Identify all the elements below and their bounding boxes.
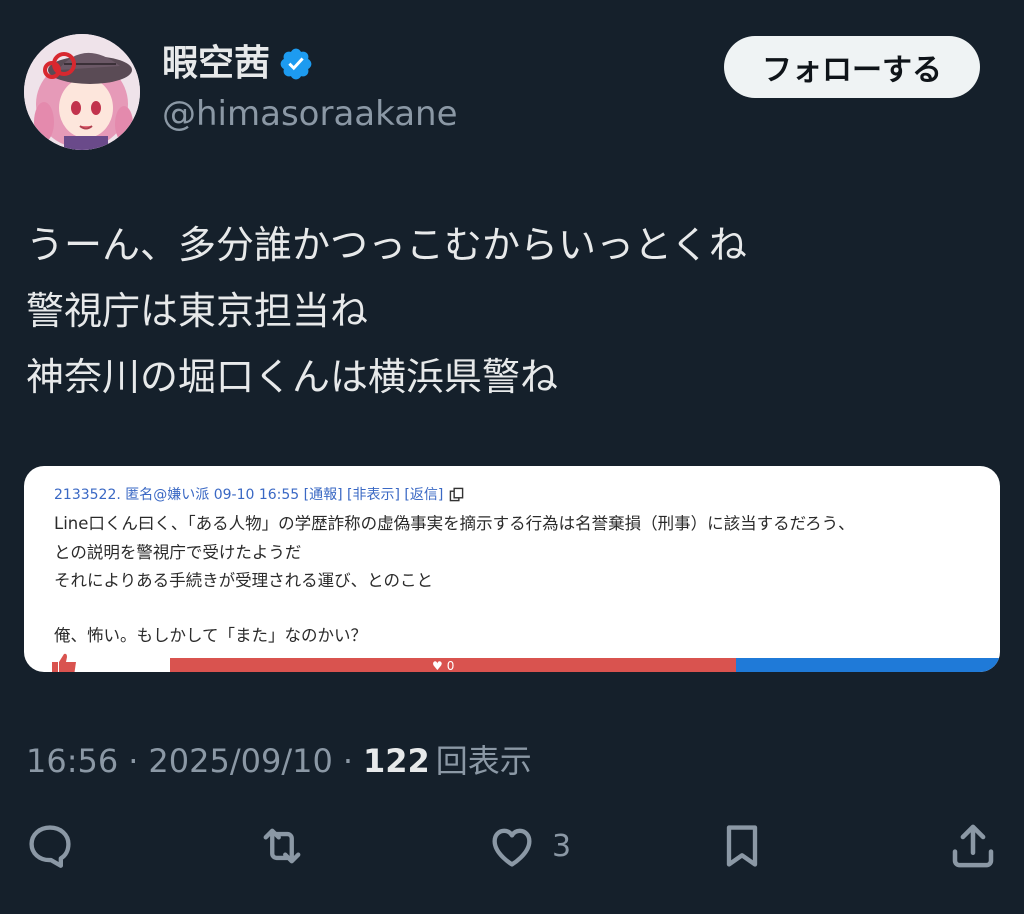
display-name[interactable]: 暇空茜 xyxy=(162,44,270,84)
heart-icon: ♥ xyxy=(432,659,443,672)
meta-separator: · xyxy=(128,742,139,780)
repost-button[interactable] xyxy=(254,818,310,874)
tweet-detail: 暇空茜 @himasoraakane フォローする うーん、多分誰かつっこむから… xyxy=(0,0,1024,914)
post-meta-text: 2133522. 匿名@嫌い派 09-10 16:55 [通報] [非表示] [… xyxy=(54,487,444,503)
follow-button[interactable]: フォローする xyxy=(724,36,980,98)
like-count: 3 xyxy=(552,828,572,864)
tweet-text: うーん、多分誰かつっこむからいっとくね 警視庁は東京担当ね 神奈川の堀口くんは横… xyxy=(26,212,1006,410)
verified-badge-icon xyxy=(280,48,312,80)
reply-button[interactable] xyxy=(24,818,76,874)
tweet-line: うーん、多分誰かつっこむからいっとくね xyxy=(26,223,747,267)
copy-icon xyxy=(450,487,464,501)
display-name-row[interactable]: 暇空茜 xyxy=(162,44,314,84)
vote-bar: ♥ 0 xyxy=(170,658,1000,672)
repost-icon xyxy=(263,828,301,864)
post-line: との説明を警視庁で受けたようだ xyxy=(54,543,302,562)
share-button[interactable] xyxy=(946,818,1000,874)
share-icon xyxy=(952,824,994,868)
heart-icon xyxy=(492,828,532,867)
vote-bar-good: ♥ 0 xyxy=(170,658,736,672)
views-label: 回表示 xyxy=(435,742,532,780)
views-count: 122 xyxy=(363,742,430,780)
meta-separator: · xyxy=(342,742,353,780)
post-meta: 2133522. 匿名@嫌い派 09-10 16:55 [通報] [非表示] [… xyxy=(54,484,464,504)
tweet-line: 警視庁は東京担当ね xyxy=(26,289,369,333)
tweet-meta: 16:56 · 2025/09/10 · 122 回表示 xyxy=(26,736,532,782)
post-line: それによりある手続きが受理される運び、とのこと xyxy=(54,571,434,590)
post-line: 俺、怖い。もしかして「また」なのかい？ xyxy=(54,626,368,645)
bookmark-button[interactable] xyxy=(716,818,768,874)
attached-image[interactable]: 2133522. 匿名@嫌い派 09-10 16:55 [通報] [非表示] [… xyxy=(24,466,1000,672)
tweet-time[interactable]: 16:56 xyxy=(26,742,118,780)
vote-count: 0 xyxy=(446,659,455,672)
like-button[interactable]: 3 xyxy=(486,818,571,874)
avatar[interactable] xyxy=(24,34,140,150)
tweet-date[interactable]: 2025/09/10 xyxy=(148,742,332,780)
reply-icon xyxy=(29,825,71,868)
bookmark-icon xyxy=(726,825,758,867)
thumbs-up-icon xyxy=(52,653,76,672)
user-handle[interactable]: @himasoraakane xyxy=(162,95,458,133)
tweet-line: 神奈川の堀口くんは横浜県警ね xyxy=(26,355,559,399)
vote-bar-bad xyxy=(736,658,1000,672)
post-line: Line口くん曰く、「ある人物」の学歴詐称の虚偽事実を摘示する行為は名誉棄損（刑… xyxy=(54,514,855,533)
vote-heart: ♥ 0 xyxy=(432,660,454,672)
